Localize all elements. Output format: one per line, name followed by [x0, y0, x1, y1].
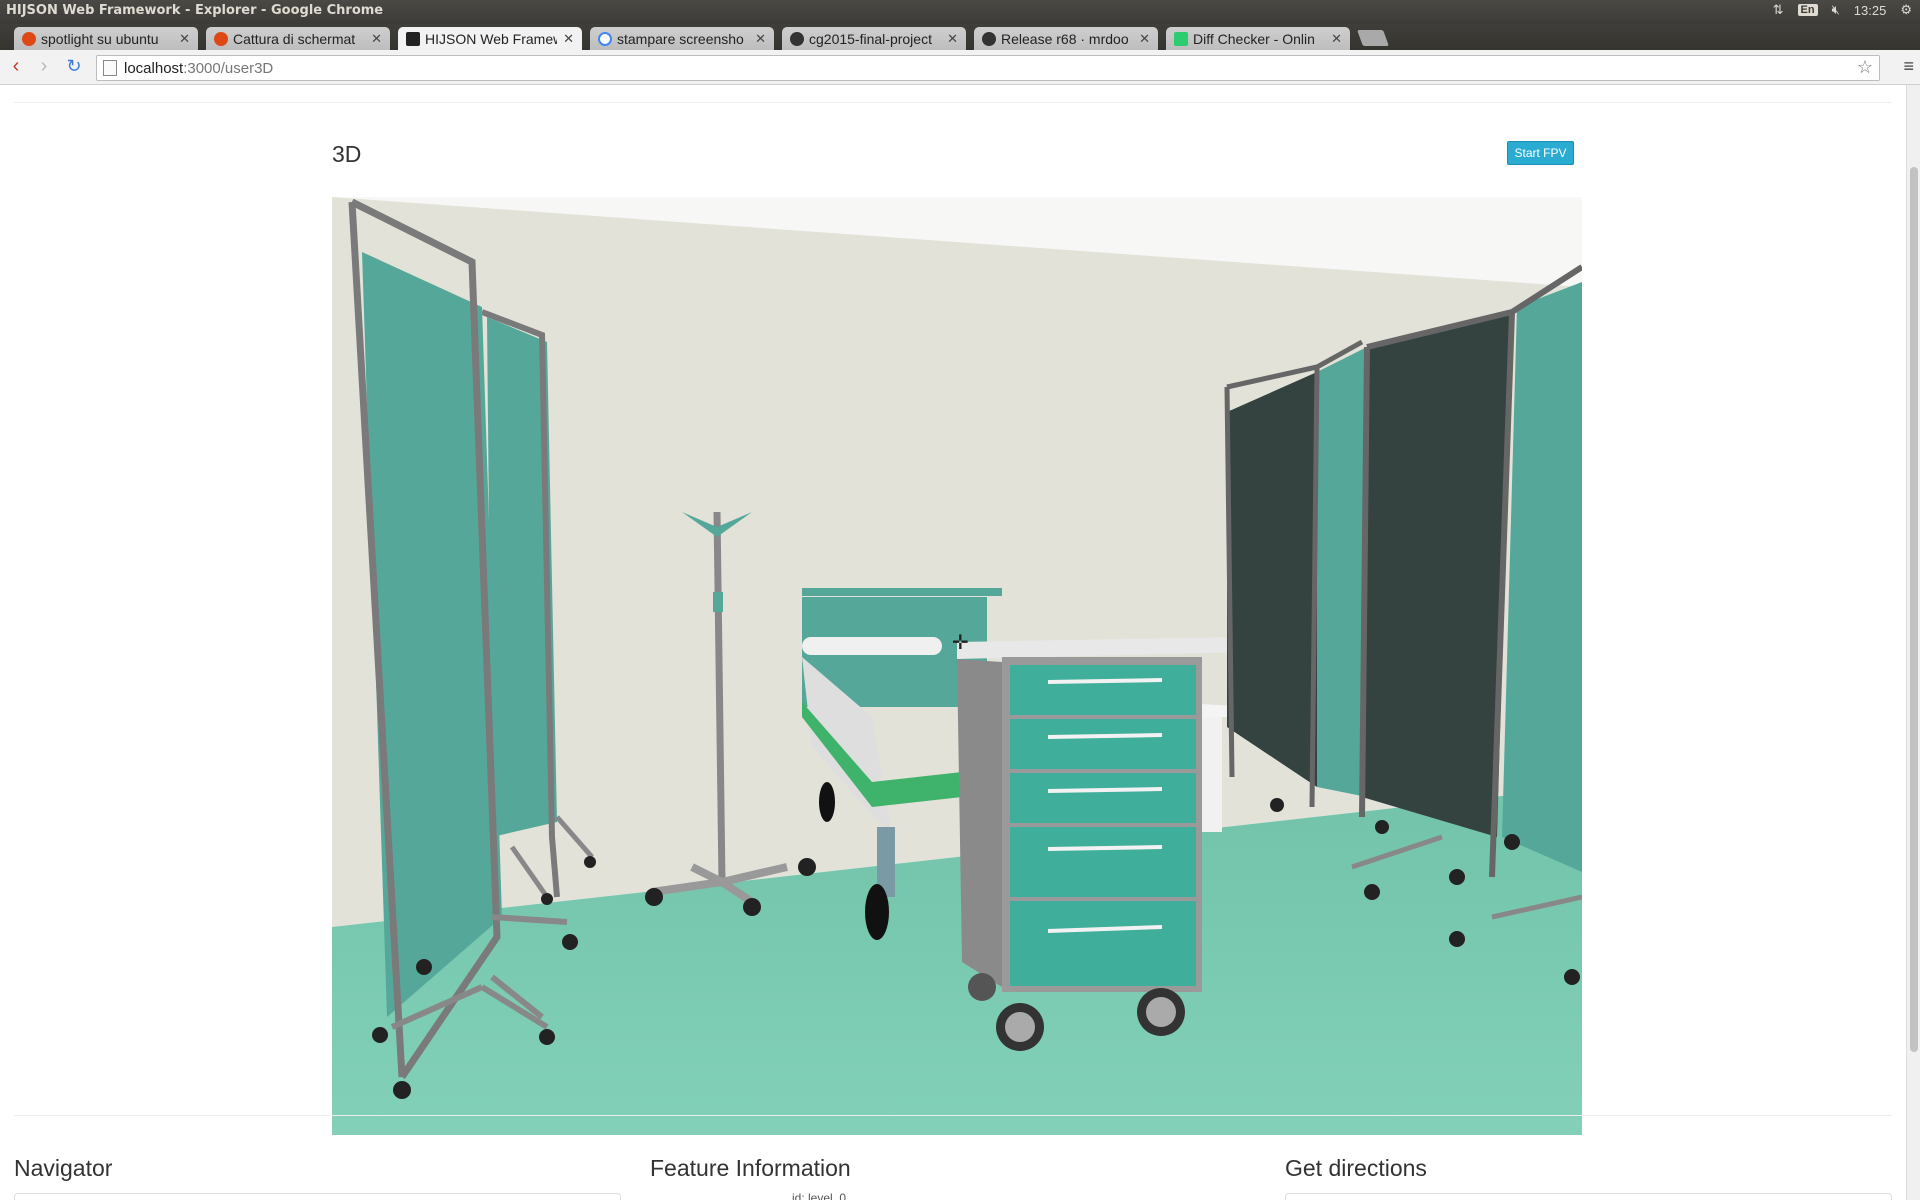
gear-icon[interactable]: ⚙: [1900, 2, 1912, 18]
back-arrow-icon[interactable]: ‹: [6, 56, 26, 76]
reload-icon[interactable]: ↻: [64, 56, 84, 76]
page-icon: [103, 60, 117, 76]
new-tab-button[interactable]: [1357, 30, 1389, 46]
url-path: :3000/user3D: [183, 59, 274, 77]
page-scrollbar[interactable]: [1906, 85, 1920, 1200]
system-tray: ⇅ En 🔇︎ 13:25 ⚙: [1773, 2, 1912, 18]
browser-tab-strip: spotlight su ubuntu ✕ Cattura di scherma…: [0, 24, 1920, 50]
directions-panel: [1285, 1193, 1892, 1200]
tab-spotlight[interactable]: spotlight su ubuntu ✕: [14, 27, 198, 50]
tab-cg2015[interactable]: cg2015-final-project ✕: [782, 27, 966, 50]
close-icon[interactable]: ✕: [179, 31, 190, 47]
close-icon[interactable]: ✕: [371, 31, 382, 47]
close-icon[interactable]: ✕: [563, 31, 574, 47]
github-icon: [790, 31, 804, 46]
page-title: 3D: [332, 141, 362, 167]
browser-toolbar: ‹ › ↻ localhost:3000/user3D ☆ ≡: [0, 50, 1920, 85]
start-fpv-button[interactable]: Start FPV: [1507, 141, 1574, 165]
os-top-bar: HIJSON Web Framework - Explorer - Google…: [0, 0, 1920, 24]
crosshair-cursor: ✛: [952, 630, 969, 654]
window-title: HIJSON Web Framework - Explorer - Google…: [6, 3, 384, 18]
tab-stampare[interactable]: stampare screensho ✕: [590, 27, 774, 50]
terminal-icon: [406, 31, 420, 46]
tab-cattura[interactable]: Cattura di schermat ✕: [206, 27, 390, 50]
volume-muted-icon[interactable]: 🔇︎: [1832, 2, 1840, 18]
navigator-panel: [14, 1193, 621, 1200]
close-icon[interactable]: ✕: [1139, 31, 1150, 47]
divider: [14, 1115, 1892, 1116]
close-icon[interactable]: ✕: [1331, 31, 1342, 47]
get-directions-title: Get directions: [1285, 1155, 1427, 1181]
close-icon[interactable]: ✕: [755, 31, 766, 47]
ubuntu-icon: [214, 31, 228, 46]
tab-release-r68[interactable]: Release r68 · mrdoo ✕: [974, 27, 1158, 50]
tab-hijson[interactable]: HIJSON Web Framew ✕: [398, 27, 582, 50]
diffchecker-icon: [1174, 31, 1188, 46]
close-icon[interactable]: ✕: [947, 31, 958, 47]
feature-information-title: Feature Information: [650, 1155, 851, 1181]
feature-id-row: id: level_0: [792, 1191, 847, 1200]
ubuntu-icon: [22, 31, 36, 46]
page-content: 3D Start FPV ✛ Navigator Feature Informa…: [0, 85, 1906, 1200]
scrollbar-thumb[interactable]: [1910, 167, 1918, 1052]
address-bar[interactable]: localhost:3000/user3D ☆: [96, 55, 1880, 81]
google-icon: [598, 31, 612, 46]
url-host: localhost: [124, 59, 184, 77]
3d-viewport[interactable]: ✛: [332, 197, 1582, 1135]
clock[interactable]: 13:25: [1854, 3, 1887, 18]
bookmark-star-icon[interactable]: ☆: [1857, 57, 1873, 78]
forward-arrow-icon[interactable]: ›: [34, 56, 54, 76]
navigator-title: Navigator: [14, 1155, 113, 1181]
keyboard-layout-indicator[interactable]: En: [1797, 4, 1818, 16]
divider: [14, 102, 1892, 103]
menu-icon[interactable]: ≡: [1903, 56, 1914, 77]
github-icon: [982, 31, 996, 46]
tab-diff-checker[interactable]: Diff Checker - Onlin ✕: [1166, 27, 1350, 50]
network-icon[interactable]: ⇅: [1773, 2, 1784, 18]
